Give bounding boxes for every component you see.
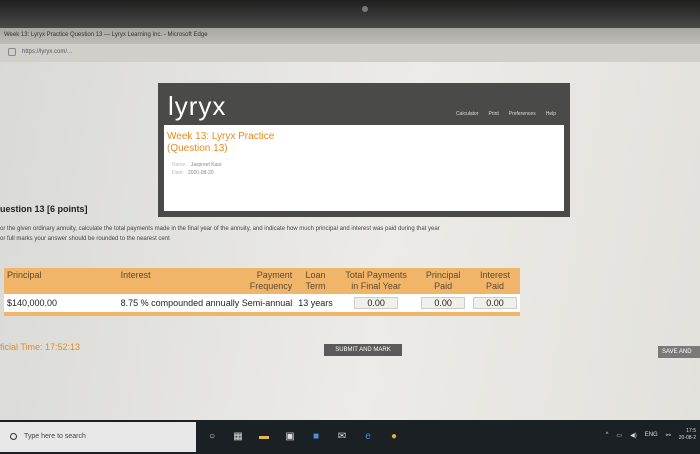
cortana-icon[interactable]: ○: [206, 430, 218, 442]
nav-calculator[interactable]: Calculator: [456, 111, 479, 117]
webcam: [362, 6, 368, 12]
course-title: Week 13: Lyryx Practice (Question 13): [167, 131, 275, 154]
name-label: Name:: [172, 162, 187, 168]
file-explorer-icon[interactable]: ▬: [258, 430, 270, 442]
edge-icon[interactable]: e: [362, 430, 374, 442]
col-interest: Interest: [117, 268, 216, 294]
chrome-icon[interactable]: ●: [388, 430, 400, 442]
col-interest-paid: Interest Paid: [469, 268, 520, 294]
col-principal: Principal: [4, 268, 118, 294]
submit-and-mark-button[interactable]: SUBMIT AND MARK: [324, 344, 402, 356]
col-total-payments: Total Payments in Final Year: [335, 268, 417, 294]
save-and-button[interactable]: SAVE AND: [658, 346, 700, 358]
principal-paid-input[interactable]: 0.00: [416, 294, 470, 314]
lyryx-logo: lyryx: [168, 91, 227, 121]
top-nav: Calculator Print Preferences Help: [456, 111, 556, 117]
student-name: Jaspreet Kaur: [190, 162, 222, 168]
cell-principal: $140,000.00: [4, 294, 118, 314]
lock-icon: [8, 48, 16, 56]
network-icon[interactable]: ⚯: [666, 432, 671, 439]
system-tray: ^ ▭ ◀) ENG ⚯ 17:5 20-08-2: [606, 428, 696, 442]
nav-print[interactable]: Print: [488, 111, 498, 117]
address-bar[interactable]: https://lyryx.com/...: [0, 44, 700, 62]
annuity-table: Principal Interest Payment Frequency Loan…: [4, 268, 520, 316]
total-payments-input[interactable]: 0.00: [335, 294, 417, 314]
taskbar-apps: ○ ▦ ▬ ▣ ■ ✉ e ●: [206, 430, 400, 442]
col-principal-paid: Principal Paid: [416, 268, 470, 294]
col-loan-term: Loan Term: [295, 268, 336, 294]
search-icon: [10, 433, 17, 440]
official-time: ficial Time: 17:52:13: [0, 342, 81, 352]
student-info: Name: Jaspreet Kaur Date: 2020-08-20: [172, 161, 222, 177]
screen: Week 13: Lyryx Practice Question 13 — Ly…: [0, 28, 700, 454]
taskbar: Type here to search ○ ▦ ▬ ▣ ■ ✉ e ● ^ ▭ …: [0, 420, 700, 454]
question-title: uestion 13 [6 points]: [0, 204, 88, 214]
cell-interest-frequency: 8.75 % compounded annually Semi-annual: [117, 294, 296, 314]
quiz-date: 2020-08-20: [187, 170, 214, 176]
nav-help[interactable]: Help: [546, 111, 556, 117]
nav-preferences[interactable]: Preferences: [509, 111, 536, 117]
lyryx-app-icon[interactable]: ■: [310, 430, 322, 442]
search-placeholder: Type here to search: [24, 433, 86, 440]
mail-icon[interactable]: ✉: [336, 430, 348, 442]
language-indicator[interactable]: ENG: [645, 432, 658, 438]
taskbar-search[interactable]: Type here to search: [0, 422, 196, 452]
clock[interactable]: 17:5 20-08-2: [679, 428, 696, 442]
volume-icon[interactable]: ◀): [630, 432, 637, 439]
chevron-up-icon[interactable]: ^: [606, 432, 609, 438]
col-payment-frequency: Payment Frequency: [215, 268, 296, 294]
store-icon[interactable]: ▣: [284, 430, 296, 442]
monitor-bezel: [0, 0, 700, 28]
table-row: $140,000.00 8.75 % compounded annually S…: [4, 294, 520, 314]
url-text: https://lyryx.com/...: [22, 49, 73, 55]
header-bar: lyryx Calculator Print Preferences Help: [164, 89, 564, 125]
battery-icon[interactable]: ▭: [616, 432, 622, 439]
date-label: Date:: [172, 170, 184, 176]
window-title: Week 13: Lyryx Practice Question 13 — Ly…: [0, 28, 700, 44]
quiz-header: lyryx Calculator Print Preferences Help …: [158, 83, 570, 217]
task-view-icon[interactable]: ▦: [232, 430, 244, 442]
interest-paid-input[interactable]: 0.00: [469, 294, 520, 314]
cell-loan-term: 13 years: [295, 294, 336, 314]
question-text: or the given ordinary annuity, calculate…: [0, 226, 440, 242]
